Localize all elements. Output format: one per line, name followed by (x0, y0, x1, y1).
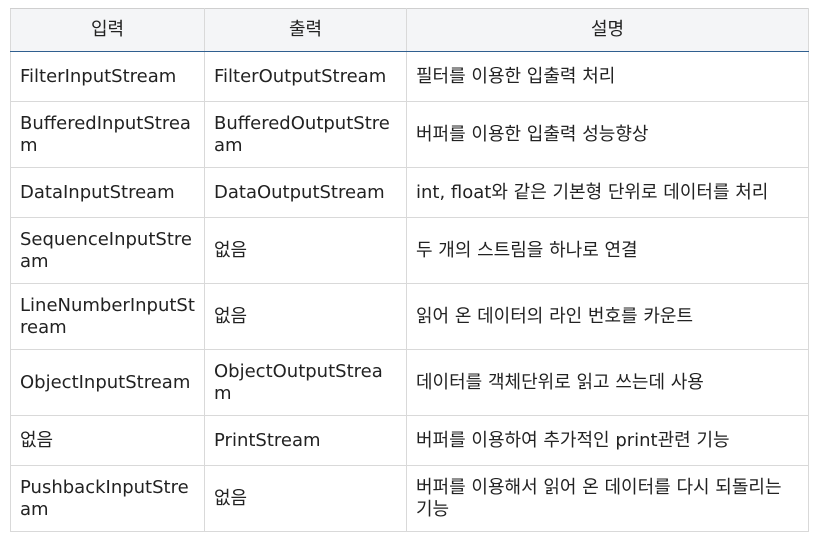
input-cell: 없음 (10, 415, 205, 466)
input-cell: DataInputStream (10, 167, 205, 218)
description-cell: 두 개의 스트림을 하나로 연결 (406, 217, 809, 284)
table-row: BufferedInputStream BufferedOutputStream… (10, 101, 809, 168)
table-row: ObjectInputStream ObjectOutputStream 데이터… (10, 349, 809, 416)
input-cell: PushbackInputStream (10, 465, 205, 532)
description-cell: 버퍼를 이용해서 읽어 온 데이터를 다시 되돌리는 기능 (406, 465, 809, 532)
table-row: PushbackInputStream 없음 버퍼를 이용해서 읽어 온 데이터… (10, 465, 809, 532)
table-body: FilterInputStream FilterOutputStream 필터를… (10, 51, 809, 532)
header-row: 입력 출력 설명 (10, 8, 809, 52)
description-cell: 버퍼를 이용하여 추가적인 print관련 기능 (406, 415, 809, 466)
input-cell: LineNumberInputStream (10, 283, 205, 350)
header-description: 설명 (406, 8, 809, 52)
description-cell: 버퍼를 이용한 입출력 성능향상 (406, 101, 809, 168)
output-cell: PrintStream (204, 415, 407, 466)
input-cell: SequenceInputStream (10, 217, 205, 284)
table-row: FilterInputStream FilterOutputStream 필터를… (10, 51, 809, 102)
description-cell: 읽어 온 데이터의 라인 번호를 카운트 (406, 283, 809, 350)
stream-table: 입력 출력 설명 FilterInputStream FilterOutputS… (10, 8, 809, 532)
output-cell: DataOutputStream (204, 167, 407, 218)
output-cell: FilterOutputStream (204, 51, 407, 102)
output-cell: BufferedOutputStream (204, 101, 407, 168)
table-row: LineNumberInputStream 없음 읽어 온 데이터의 라인 번호… (10, 283, 809, 350)
table-header: 입력 출력 설명 (10, 8, 809, 52)
output-cell: 없음 (204, 217, 407, 284)
description-cell: 필터를 이용한 입출력 처리 (406, 51, 809, 102)
table-row: SequenceInputStream 없음 두 개의 스트림을 하나로 연결 (10, 217, 809, 284)
output-cell: 없음 (204, 465, 407, 532)
input-cell: FilterInputStream (10, 51, 205, 102)
header-output: 출력 (204, 8, 407, 52)
description-cell: int, float와 같은 기본형 단위로 데이터를 처리 (406, 167, 809, 218)
description-cell: 데이터를 객체단위로 읽고 쓰는데 사용 (406, 349, 809, 416)
input-cell: ObjectInputStream (10, 349, 205, 416)
output-cell: 없음 (204, 283, 407, 350)
table-row: DataInputStream DataOutputStream int, fl… (10, 167, 809, 218)
header-input: 입력 (10, 8, 205, 52)
input-cell: BufferedInputStream (10, 101, 205, 168)
table-row: 없음 PrintStream 버퍼를 이용하여 추가적인 print관련 기능 (10, 415, 809, 466)
output-cell: ObjectOutputStream (204, 349, 407, 416)
